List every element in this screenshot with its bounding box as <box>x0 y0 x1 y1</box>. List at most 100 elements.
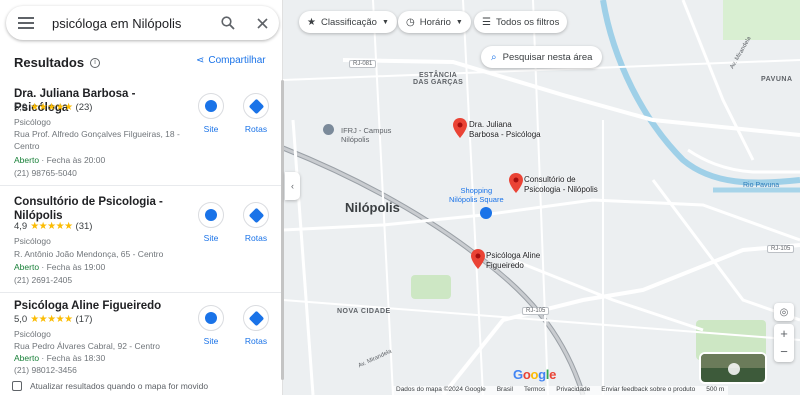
map-label-shopping[interactable]: Shopping Nilópolis Square <box>449 186 504 204</box>
review-count[interactable]: (23) <box>76 102 93 113</box>
map-label-rio-pavuna: Rio Pavuna <box>743 182 780 189</box>
map-pin-icon <box>453 118 467 138</box>
star-icon: ★ <box>307 16 316 28</box>
directions-button[interactable]: Rotas <box>236 305 276 346</box>
website-button[interactable]: Site <box>191 305 231 346</box>
place-category: Psicólogo <box>14 329 51 339</box>
map-pin-icon <box>509 173 523 193</box>
maps-app: ESTÂNCIA DAS GARÇAS PAVUNA NOVA CIDADE N… <box>0 0 800 395</box>
directions-icon <box>248 98 264 114</box>
place-hours: Aberto · Fecha às 19:00 <box>14 261 200 273</box>
website-button[interactable]: Site <box>191 93 231 134</box>
place-name[interactable]: Consultório de Psicologia - Nilópolis <box>14 195 192 223</box>
search-this-area-button[interactable]: ⌕ Pesquisar nesta área <box>481 46 603 68</box>
rating-value: 5,0 <box>14 314 28 325</box>
place-status: Aberto <box>14 155 40 165</box>
place-address: Rua Pedro Álvares Cabral, 92 - Centro <box>14 341 160 351</box>
search-icon[interactable] <box>211 6 245 40</box>
footer-scale[interactable]: 500 m <box>706 386 724 395</box>
results-title: Resultados <box>14 55 85 70</box>
map-label-pavuna: PAVUNA <box>761 76 793 83</box>
my-location-button[interactable]: ◎ <box>774 303 794 321</box>
zoom-control: + − <box>774 324 794 362</box>
review-count[interactable]: (31) <box>76 221 93 232</box>
checkbox[interactable] <box>12 381 22 391</box>
results-panel: psicóloga em Nilópolis Resultados i ⋖ Co… <box>0 0 284 395</box>
road-label-rj081: RJ-081 <box>349 60 377 68</box>
filter-hours[interactable]: ◷ Horário ▼ <box>398 11 471 33</box>
website-button[interactable]: Site <box>191 202 231 243</box>
university-icon[interactable] <box>323 124 334 135</box>
google-logo: Google <box>513 367 557 382</box>
result-card-2[interactable]: Consultório de Psicologia - Nilópolis 4,… <box>0 186 281 293</box>
results-scrollbar[interactable] <box>281 80 284 380</box>
place-pin-1-label[interactable]: Dra. Juliana Barbosa - Psicóloga <box>469 120 541 140</box>
website-label: Site <box>203 124 219 134</box>
footer-terms[interactable]: Termos <box>524 386 545 395</box>
map-label-ifrj[interactable]: IFRJ - Campus Nilópolis <box>341 126 391 144</box>
search-box[interactable]: psicóloga em Nilópolis <box>6 6 279 40</box>
share-icon: ⋖ <box>196 55 205 66</box>
place-hours: Aberto · Fecha às 20:00 <box>14 154 200 166</box>
shopping-bag-icon[interactable] <box>480 207 492 219</box>
update-on-move-label: Atualizar resultados quando o mapa for m… <box>30 381 209 391</box>
street-view-thumbnail[interactable] <box>699 352 767 384</box>
filter-hours-label: Horário <box>419 16 451 28</box>
footer-map-data[interactable]: Dados do mapa ©2024 Google <box>396 386 486 395</box>
share-label: Compartilhar <box>208 55 266 66</box>
map-label-city: Nilópolis <box>345 200 400 215</box>
menu-icon[interactable] <box>8 6 44 40</box>
place-rating: 4,9 ★★★★★ (31) <box>14 221 92 232</box>
place-category: Psicólogo <box>14 117 51 127</box>
place-closing: · Fecha às 19:00 <box>41 262 106 272</box>
filter-classification[interactable]: ★ Classificação ▼ <box>299 11 397 33</box>
map-label-estancia: ESTÂNCIA DAS GARÇAS <box>413 72 464 86</box>
close-icon[interactable] <box>245 6 279 40</box>
place-phone: (21) 98012-3456 <box>14 365 77 375</box>
directions-label: Rotas <box>244 124 268 134</box>
collapse-panel-button[interactable]: ‹ <box>285 172 300 200</box>
stars-icon: ★★★★★ <box>30 102 73 113</box>
search-this-area-label: Pesquisar nesta área <box>502 51 593 63</box>
footer-country[interactable]: Brasil <box>497 386 513 395</box>
search-input[interactable]: psicóloga em Nilópolis <box>44 16 211 31</box>
caret-down-icon: ▼ <box>455 18 463 26</box>
website-label: Site <box>203 233 219 243</box>
update-on-move[interactable]: Atualizar resultados quando o mapa for m… <box>12 381 208 391</box>
website-label: Site <box>203 336 219 346</box>
map-pin-icon <box>471 249 485 269</box>
share-button[interactable]: ⋖ Compartilhar <box>196 55 266 66</box>
sliders-icon: ☰ <box>482 16 491 28</box>
place-pin-2-label[interactable]: Consultório de Psicologia - Nilópolis <box>524 175 598 195</box>
place-name[interactable]: Psicóloga Aline Figueiredo <box>14 299 192 313</box>
crosshair-icon: ◎ <box>779 306 789 318</box>
road-label-rj105-a: RJ-105 <box>522 307 550 315</box>
info-icon[interactable]: i <box>90 57 101 68</box>
footer-feedback[interactable]: Enviar feedback sobre o produto <box>601 386 695 395</box>
globe-icon <box>205 312 217 324</box>
caret-down-icon: ▼ <box>381 18 389 26</box>
results-header: Resultados i <box>14 55 101 70</box>
street-view-icon <box>728 363 740 375</box>
review-count[interactable]: (17) <box>76 314 93 325</box>
zoom-in-button[interactable]: + <box>780 325 788 343</box>
directions-button[interactable]: Rotas <box>236 93 276 134</box>
result-card-3[interactable]: Psicóloga Aline Figueiredo 5,0 ★★★★★ (17… <box>0 293 281 378</box>
place-phone: (21) 98765-5040 <box>14 168 77 178</box>
directions-label: Rotas <box>244 336 268 346</box>
filter-all-label: Todos os filtros <box>495 16 560 28</box>
place-pin-3-label[interactable]: Psicóloga Aline Figueiredo <box>486 251 540 271</box>
filter-classification-label: Classificação <box>320 16 377 28</box>
chevron-left-icon: ‹ <box>291 181 294 191</box>
place-closing: · Fecha às 18:30 <box>41 353 106 363</box>
place-status: Aberto <box>14 353 40 363</box>
place-rating: 5,0 ★★★★★ (23) <box>14 102 92 113</box>
search-icon: ⌕ <box>491 51 497 63</box>
footer-privacy[interactable]: Privacidade <box>556 386 590 395</box>
zoom-out-button[interactable]: − <box>780 343 788 361</box>
result-card-1[interactable]: Dra. Juliana Barbosa - Psicóloga 5,0 ★★★… <box>0 80 281 186</box>
place-rating: 5,0 ★★★★★ (17) <box>14 314 92 325</box>
filter-all[interactable]: ☰ Todos os filtros <box>474 11 568 33</box>
directions-button[interactable]: Rotas <box>236 202 276 243</box>
clock-icon: ◷ <box>406 16 415 28</box>
